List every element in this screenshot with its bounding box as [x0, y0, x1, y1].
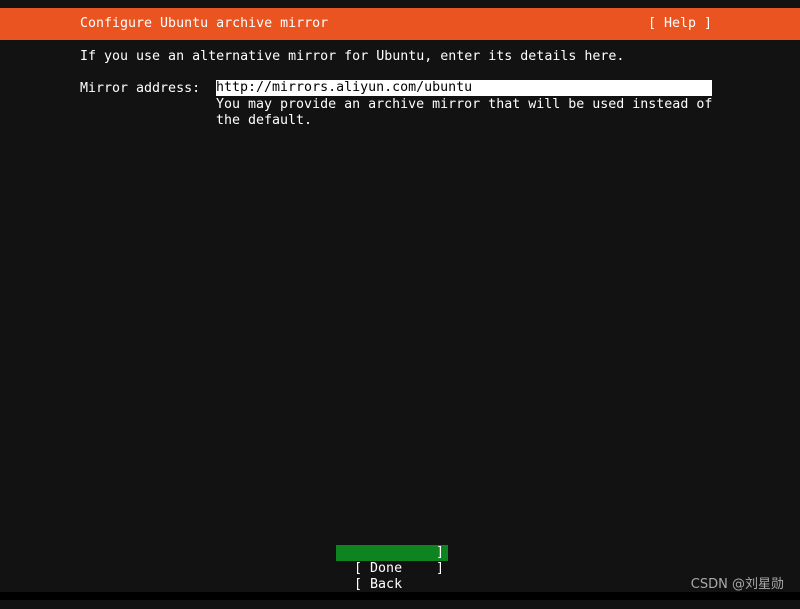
- back-button[interactable]: [ Back ]: [336, 561, 448, 592]
- watermark: CSDN @刘星勋: [690, 577, 784, 592]
- help-button[interactable]: [ Help ]: [648, 16, 712, 32]
- mirror-help-text: You may provide an archive mirror that w…: [216, 97, 713, 112]
- mirror-address-value: http://mirrors.aliyun.com/ubuntu: [216, 80, 473, 95]
- top-strip: [0, 0, 800, 8]
- mirror-address-label: Mirror address:: [80, 81, 201, 96]
- bottom-strip: [0, 592, 800, 600]
- back-label: Back: [370, 577, 403, 592]
- back-close-bracket: ]: [435, 561, 444, 576]
- mirror-help-text-2: the default.: [216, 113, 313, 128]
- header-bar: Configure Ubuntu archive mirror [ Help ]: [0, 8, 800, 40]
- mirror-address-input[interactable]: http://mirrors.aliyun.com/ubuntu: [216, 80, 712, 96]
- done-button[interactable]: [ Done ]: [336, 545, 448, 576]
- intro-text: If you use an alternative mirror for Ubu…: [80, 49, 625, 64]
- done-close-bracket: ]: [435, 545, 444, 560]
- page-title: Configure Ubuntu archive mirror: [80, 16, 329, 31]
- back-open-bracket: [: [354, 577, 363, 592]
